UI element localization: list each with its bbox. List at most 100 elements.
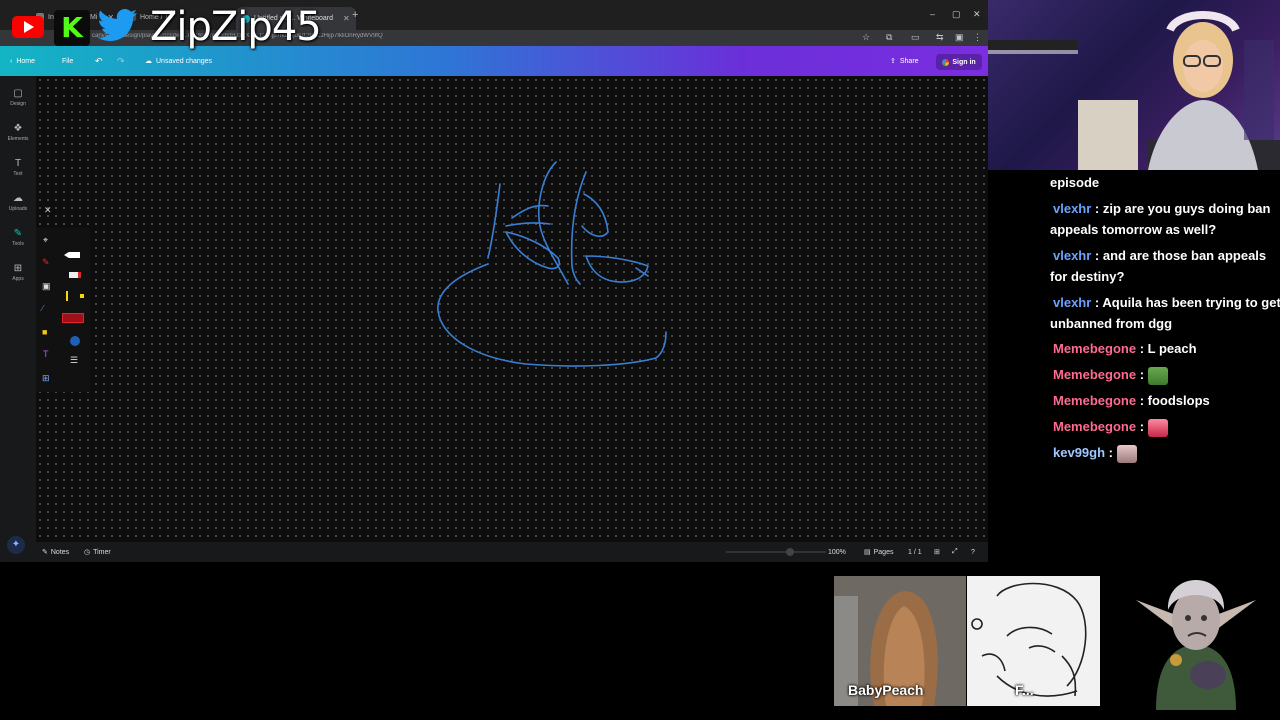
chat-username[interactable]: Memebegone [1053, 341, 1136, 356]
zoom-slider-handle[interactable] [786, 548, 794, 556]
pen-stroke [487, 183, 501, 259]
new-tab-button[interactable]: + [352, 9, 358, 21]
sidebar-icon[interactable]: ⇆ [936, 32, 944, 43]
undo-icon[interactable]: ↶ [95, 46, 103, 76]
notes-icon: ✎ [42, 549, 48, 556]
kick-logo-icon: K [54, 10, 90, 46]
table-icon[interactable]: ⊞ [42, 374, 50, 383]
bookmark-star-icon[interactable]: ☆ [862, 32, 870, 43]
rail-uploads[interactable]: ☁ Uploads [0, 193, 36, 212]
redo-icon[interactable]: ↷ [117, 46, 125, 76]
close-toolbox-icon[interactable]: ✕ [44, 205, 52, 216]
chat-username[interactable]: vlexhr [1053, 201, 1091, 216]
pen-stroke [505, 204, 551, 227]
yellow-dot-icon[interactable] [80, 294, 84, 298]
magic-assistant-icon[interactable]: ✦ [7, 536, 25, 554]
chat-message: Memebegone : [1050, 416, 1280, 437]
save-status: ☁ Unsaved changes [145, 57, 213, 66]
webcam-scene [988, 11, 1280, 170]
rail-apps[interactable]: ⊞ Apps [0, 263, 36, 282]
costreamer-elf-avatar [1136, 580, 1256, 710]
chat-message: Memebegone : foodslops [1053, 393, 1210, 408]
help-icon[interactable]: ? [971, 542, 975, 562]
youtube-logo-icon [12, 16, 44, 38]
share-icon: ⇪ [890, 58, 896, 65]
pen-stroke [437, 263, 667, 367]
pen-stroke [585, 255, 649, 283]
close-window-button[interactable]: ✕ [973, 9, 981, 20]
chat-message: vlexhr : zip are you guys doing ban appe… [1050, 201, 1271, 237]
rail-elements[interactable]: ❖ Elements [0, 123, 36, 142]
select-pointer-icon[interactable]: ⌖ [43, 236, 48, 245]
twitter-logo-icon [98, 9, 137, 41]
fullscreen-icon[interactable]: ⤢ [952, 542, 958, 562]
chat-panel: episode vlexhr : zip are you guys doing … [1040, 170, 1280, 470]
tab-bar: Info Mi ✕ Home / Tw Untitled de ... Whit… [0, 0, 988, 30]
close-tab-icon[interactable]: ✕ [343, 14, 350, 23]
sticky-note-icon[interactable]: ■ [42, 328, 47, 337]
file-menu-button[interactable]: File [62, 46, 73, 76]
profile-icon[interactable]: ▣ [955, 32, 964, 43]
google-icon [942, 58, 950, 66]
lips-emote-icon [1147, 418, 1168, 437]
zoom-slider[interactable] [726, 551, 826, 553]
grid-view-icon[interactable]: ⊞ [934, 542, 940, 562]
notes-button[interactable]: ✎ Notes [42, 542, 69, 562]
rail-text[interactable]: T Text [0, 158, 36, 177]
stroke-weight-icon[interactable]: ☰ [70, 356, 78, 365]
canva-bottom-bar: ✎ Notes ◷ Timer 100% ▤ Pages 1 / 1 ⊞ ⤢ ? [36, 542, 988, 562]
cat-emote-icon [1116, 444, 1137, 463]
yellow-pen-tip-icon[interactable] [66, 291, 68, 301]
color-swatch-red[interactable] [62, 313, 84, 323]
pages-button[interactable]: ▤ Pages [864, 542, 893, 562]
chat-username[interactable]: Memebegone [1053, 393, 1136, 408]
costreamer-name: BabyPeach [848, 682, 924, 698]
chat-username[interactable]: vlexhr [1053, 248, 1091, 263]
chat-username[interactable]: Memebegone [1053, 419, 1136, 434]
chat-username[interactable]: vlexhr [1053, 295, 1091, 310]
cast-icon[interactable]: ▭ [911, 32, 920, 43]
canva-header: ‹ Home File ↶ ↷ ☁ Unsaved changes ⇪ Shar… [0, 46, 988, 76]
cloud-icon: ☁ [145, 58, 152, 65]
stream-layout: Info Mi ✕ Home / Tw Untitled de ... Whit… [0, 0, 1280, 720]
text-tool-icon[interactable]: T [43, 350, 49, 359]
chat-username[interactable]: kev99gh [1053, 445, 1105, 460]
channel-name-overlay: ZipZip45 [150, 4, 322, 50]
color-swatch-blue[interactable] [70, 336, 80, 346]
whiteboard-canvas[interactable] [36, 76, 988, 542]
address-bar: canva.com/design/play?template=...Ijp7Ik… [0, 30, 988, 46]
zoom-level[interactable]: 100% [828, 542, 846, 562]
uploads-icon: ☁ [13, 193, 23, 204]
left-rail: ▢ Design ❖ Elements T Text ☁ Uploads ✎ T… [0, 76, 36, 562]
marker-white-icon[interactable] [64, 252, 80, 258]
costreamer-name: F... [1015, 682, 1034, 698]
browser-menu-icon[interactable]: ⋮ [973, 32, 982, 43]
chat-message: kev99gh : [1050, 442, 1280, 463]
rail-tools[interactable]: ✎ Tools [0, 228, 36, 247]
share-button[interactable]: ⇪ Share [890, 46, 919, 76]
eraser-icon[interactable]: ▣ [42, 282, 51, 291]
drawing-layer [437, 161, 667, 367]
pages-icon: ▤ [864, 549, 871, 556]
sign-in-button[interactable]: Sign in [936, 54, 982, 70]
timer-button[interactable]: ◷ Timer [84, 542, 111, 562]
text-icon: T [14, 158, 22, 169]
minimize-button[interactable]: – [930, 9, 935, 19]
costreamer-cam-babypeach: BabyPeach [834, 576, 966, 706]
elements-icon: ❖ [13, 123, 23, 134]
chat-message: vlexhr : Aquila has been trying to get u… [1050, 295, 1280, 331]
home-button[interactable]: ‹ Home [10, 46, 35, 76]
chat-message: vlexhr : and are those ban appeals for d… [1050, 248, 1267, 284]
line-tool-icon[interactable]: ∕ [42, 304, 44, 313]
chat-message: Memebegone : [1050, 364, 1280, 385]
extensions-icon[interactable]: ⧉ [886, 32, 892, 43]
pen-stroke [505, 231, 561, 270]
pen-red-icon[interactable]: ✎ [42, 258, 50, 267]
chat-username[interactable]: Memebegone [1053, 367, 1136, 382]
timer-icon: ◷ [84, 549, 91, 556]
maximize-button[interactable]: ▢ [952, 9, 961, 20]
design-icon: ▢ [13, 88, 23, 99]
chevron-left-icon: ‹ [10, 57, 13, 65]
rail-design[interactable]: ▢ Design [0, 88, 36, 107]
highlighter-icon[interactable] [69, 272, 81, 278]
